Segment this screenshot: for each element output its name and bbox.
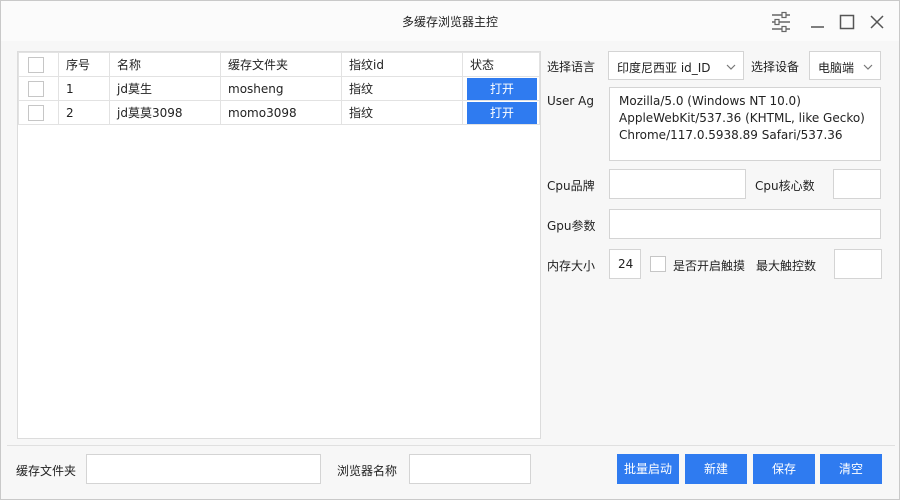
row-index: 2: [58, 100, 110, 125]
profile-table-panel: 序号 名称 缓存文件夹 指纹id 状态 1 jd莫生 mosheng 指纹 打开: [17, 51, 541, 439]
cpu-brand-input[interactable]: [609, 169, 746, 199]
row-folder: mosheng: [220, 76, 342, 101]
table-row[interactable]: 1 jd莫生 mosheng 指纹 打开: [18, 76, 540, 101]
title-bar: 多缓存浏览器主控: [1, 1, 899, 41]
column-header-status[interactable]: 状态: [462, 52, 540, 77]
touch-label: 是否开启触摸: [673, 259, 746, 273]
select-all-cell: [18, 52, 59, 77]
row-name: jd莫生: [109, 76, 221, 101]
clear-button[interactable]: 清空: [820, 454, 882, 484]
user-agent-line: Chrome/117.0.5938.89 Safari/537.36: [619, 128, 843, 142]
cpu-cores-input[interactable]: [833, 169, 881, 199]
row-index: 1: [58, 76, 110, 101]
row-fingerprint: 指纹: [341, 100, 463, 125]
max-touch-label: 最大触控数: [756, 259, 817, 273]
chevron-down-icon: [726, 61, 736, 75]
row-fingerprint: 指纹: [341, 76, 463, 101]
language-select[interactable]: 印度尼西亚 id_ID: [608, 51, 744, 80]
memory-input[interactable]: 24: [609, 249, 641, 279]
cpu-brand-label: Cpu品牌: [547, 179, 595, 193]
memory-label: 内存大小: [547, 259, 596, 273]
user-agent-line: Mozilla/5.0 (Windows NT 10.0): [619, 94, 801, 108]
cpu-cores-label: Cpu核心数: [755, 179, 815, 193]
window-title: 多缓存浏览器主控: [401, 15, 498, 29]
gpu-label: Gpu参数: [547, 219, 596, 233]
folder-label: 缓存文件夹: [16, 464, 77, 478]
max-touch-input[interactable]: [834, 249, 882, 279]
settings-sliders-icon[interactable]: [770, 11, 792, 33]
touch-checkbox[interactable]: [650, 256, 666, 272]
column-header-index[interactable]: 序号: [58, 52, 110, 77]
close-icon[interactable]: [866, 11, 888, 33]
language-label: 选择语言: [547, 60, 596, 74]
main-window: 多缓存浏览器主控 序号 名称 缓存文件夹 指纹id 状态 1 jd莫生 mosh…: [0, 0, 900, 500]
select-all-checkbox[interactable]: [28, 56, 44, 73]
column-header-fingerprint[interactable]: 指纹id: [341, 52, 463, 77]
chevron-down-icon: [863, 61, 873, 75]
user-agent-text: Mozilla/5.0 (Windows NT 10.0) AppleWebKi…: [619, 93, 865, 144]
folder-input[interactable]: [86, 454, 321, 484]
row-select-cell: [18, 100, 59, 125]
user-agent-line: AppleWebKit/537.36 (KHTML, like Gecko): [619, 111, 865, 125]
row-select-cell: [18, 76, 59, 101]
row-status-cell: 打开: [462, 100, 540, 125]
device-label: 选择设备: [751, 60, 800, 74]
row-checkbox[interactable]: [28, 80, 44, 97]
language-select-value: 印度尼西亚 id_ID: [617, 61, 711, 75]
column-header-name[interactable]: 名称: [109, 52, 221, 77]
minimize-icon[interactable]: [806, 11, 828, 33]
open-button[interactable]: 打开: [467, 101, 537, 124]
browser-name-label: 浏览器名称: [337, 464, 398, 478]
user-agent-label: User Ag: [547, 94, 594, 108]
open-button[interactable]: 打开: [467, 77, 537, 100]
device-select[interactable]: 电脑端: [809, 51, 881, 80]
row-checkbox[interactable]: [28, 104, 44, 121]
table-header-row: 序号 名称 缓存文件夹 指纹id 状态: [18, 52, 540, 77]
profile-table: 序号 名称 缓存文件夹 指纹id 状态 1 jd莫生 mosheng 指纹 打开: [18, 52, 540, 125]
save-button[interactable]: 保存: [753, 454, 815, 484]
row-name: jd莫莫3098: [109, 100, 221, 125]
device-select-value: 电脑端: [818, 61, 855, 75]
row-status-cell: 打开: [462, 76, 540, 101]
browser-name-input[interactable]: [409, 454, 531, 484]
maximize-icon[interactable]: [836, 11, 858, 33]
table-row[interactable]: 2 jd莫莫3098 momo3098 指纹 打开: [18, 100, 540, 125]
column-header-folder[interactable]: 缓存文件夹: [220, 52, 342, 77]
batch-start-button[interactable]: 批量启动: [617, 454, 679, 484]
new-button[interactable]: 新建: [685, 454, 747, 484]
row-folder: momo3098: [220, 100, 342, 125]
user-agent-textarea[interactable]: Mozilla/5.0 (Windows NT 10.0) AppleWebKi…: [609, 87, 881, 161]
gpu-input[interactable]: [609, 209, 881, 239]
